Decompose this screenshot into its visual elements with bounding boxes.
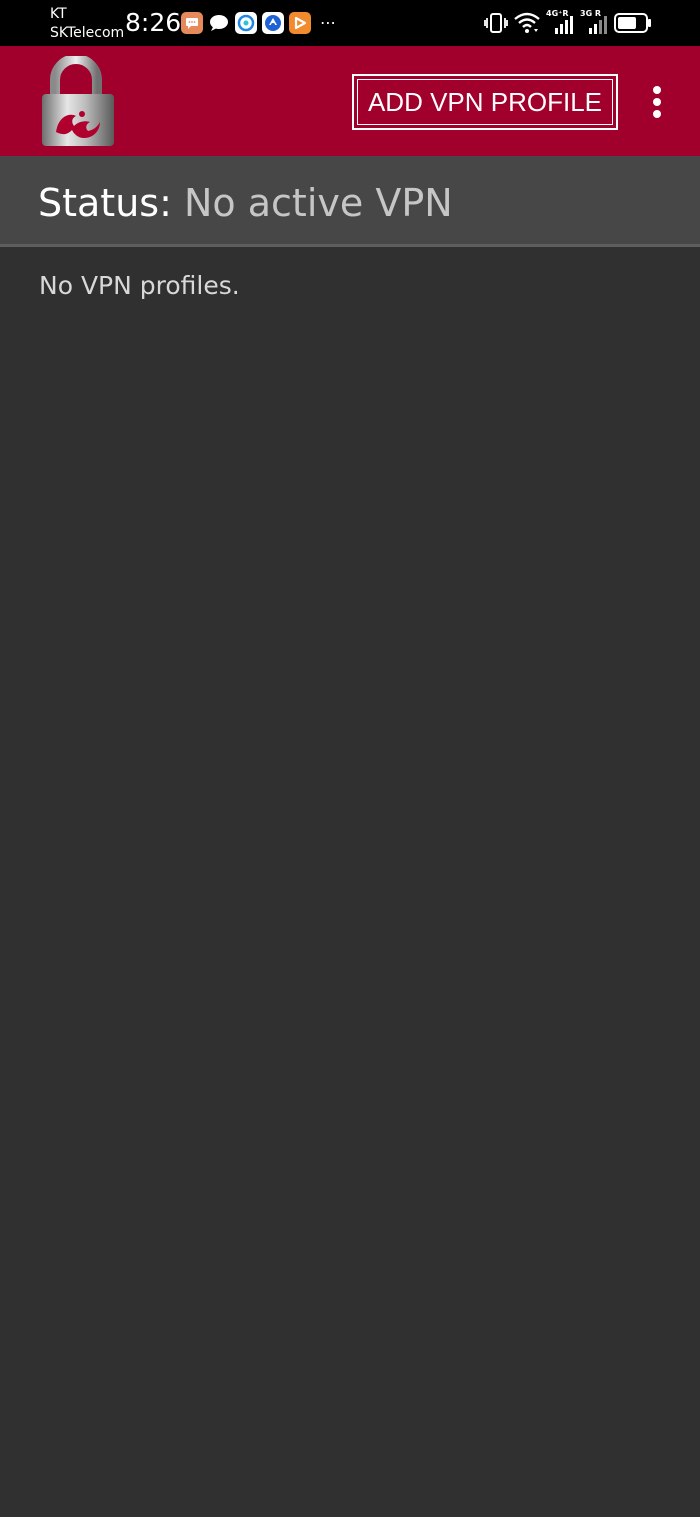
menu-dot: [653, 98, 661, 106]
play-arrow-icon: [289, 12, 311, 34]
system-status-bar: KT SKTelecom 8:26 ⋯ 4G⁺R 3G R: [0, 0, 700, 46]
cellular-signal-1: 4G⁺R: [546, 9, 574, 36]
more-vertical-icon[interactable]: [640, 82, 674, 122]
vpn-status-panel: Status: No active VPN: [0, 156, 700, 247]
carrier-line-2: SKTelecom: [50, 25, 125, 41]
carrier-line-1: KT: [50, 6, 67, 22]
add-vpn-profile-button[interactable]: ADD VPN PROFILE: [352, 74, 618, 130]
app-circle-icon: [262, 12, 284, 34]
clock: 8:26: [125, 8, 182, 37]
browser-icon: [235, 12, 257, 34]
status-value: No active VPN: [183, 181, 453, 225]
message-icon: [208, 12, 230, 34]
notification-icons: ⋯: [181, 12, 337, 34]
app-toolbar: ADD VPN PROFILE: [0, 46, 700, 156]
cellular-signal-2: 3G R: [580, 9, 608, 36]
status-label: Status:: [38, 181, 172, 225]
battery-icon: [614, 13, 651, 33]
menu-dot: [653, 86, 661, 94]
system-icons: 4G⁺R 3G R: [484, 9, 652, 36]
vibrate-icon: [484, 13, 508, 33]
chat-bubble-icon: [181, 12, 203, 34]
vpn-status: Status: No active VPN: [38, 180, 453, 226]
wifi-icon: [514, 12, 540, 33]
menu-dot: [653, 110, 661, 118]
empty-profiles-message: No VPN profiles.: [39, 271, 240, 300]
padlock-logo-icon: [38, 54, 118, 148]
more-notifications-icon: ⋯: [320, 13, 337, 32]
add-vpn-profile-label: ADD VPN PROFILE: [367, 86, 603, 117]
carrier-info: KT SKTelecom: [50, 5, 124, 43]
